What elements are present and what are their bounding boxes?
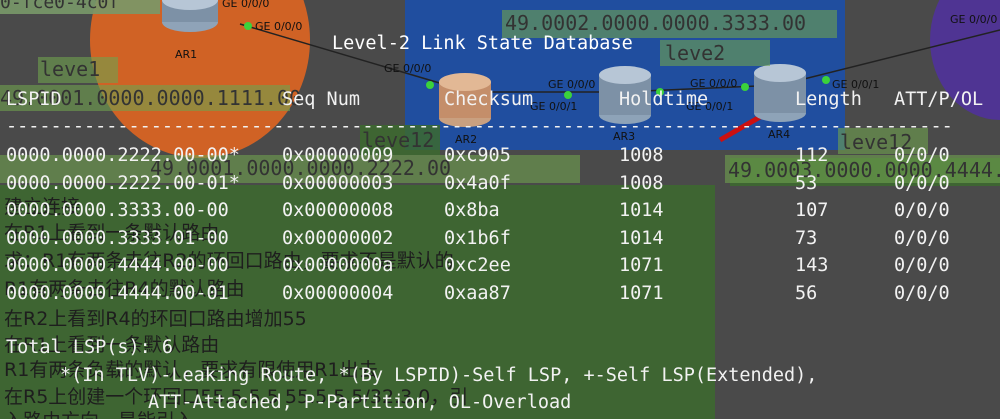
cell-checksum: 0x1b6f: [444, 227, 511, 249]
cell-checksum: 0x8ba: [444, 200, 500, 221]
col-header-attpol: ATT/P/OL: [894, 89, 984, 110]
cell-holdtime: 1071: [619, 255, 664, 276]
cell-length: 53: [795, 172, 818, 194]
cell-seq: 0x00000004: [282, 282, 394, 304]
total-lsp: Total LSP(s): 6: [6, 337, 174, 358]
col-header-seq: Seq Num: [282, 89, 360, 110]
col-header-checksum: Checksum: [444, 89, 534, 110]
col-header-lspid: LSPID: [6, 89, 62, 110]
cell-length: 107: [795, 200, 829, 221]
cell-checksum: 0x4a0f: [444, 172, 511, 194]
cell-attpol: 0/0/0: [894, 145, 950, 166]
cell-length: 143: [795, 255, 829, 276]
cell-length: 112: [795, 145, 829, 166]
cell-checksum: 0xc2ee: [444, 255, 511, 276]
cell-lspid: 0000.0000.3333.01-00: [6, 227, 229, 249]
legend-line-1: *(In TLV)-Leaking Route, *(By LSPID)-Sel…: [60, 365, 818, 386]
cell-seq: 0x00000008: [282, 200, 394, 221]
cell-seq: 0x00000009: [282, 145, 394, 166]
col-header-holdtime: Holdtime: [619, 89, 709, 110]
screen: 0-fce0-4c0f leve1 49.0001.0000.0000.1111…: [0, 0, 1000, 419]
col-header-length: Length: [795, 89, 862, 110]
cell-lspid: 0000.0000.3333.00-00: [6, 200, 229, 221]
cell-lspid: 0000.0000.2222.00-00*: [6, 145, 240, 166]
cell-holdtime: 1008: [619, 172, 664, 194]
cell-seq: 0x00000002: [282, 227, 394, 249]
cell-holdtime: 1014: [619, 200, 664, 221]
cell-checksum: 0xaa87: [444, 282, 511, 304]
table-separator: ----------------------------------------…: [6, 116, 953, 137]
cell-attpol: 0/0/0: [894, 172, 950, 194]
terminal-output: Level-2 Link State Database LSPID Seq Nu…: [0, 0, 1000, 419]
cell-attpol: 0/0/0: [894, 200, 950, 221]
cell-holdtime: 1071: [619, 282, 664, 304]
cell-lspid: 0000.0000.4444.00-01: [6, 282, 229, 304]
cell-checksum: 0xc905: [444, 145, 511, 166]
cell-lspid: 0000.0000.2222.00-01*: [6, 172, 240, 194]
cell-length: 73: [795, 227, 818, 249]
cell-length: 56: [795, 282, 818, 304]
cell-seq: 0x00000003: [282, 172, 394, 194]
cell-lspid: 0000.0000.4444.00-00: [6, 255, 229, 276]
cell-holdtime: 1014: [619, 227, 664, 249]
legend-line-2: ATT-Attached, P-Partition, OL-Overload: [148, 392, 572, 413]
cell-seq: 0x0000000a: [282, 255, 394, 276]
lsdb-title: Level-2 Link State Database: [332, 33, 633, 54]
cell-attpol: 0/0/0: [894, 282, 950, 304]
cell-attpol: 0/0/0: [894, 255, 950, 276]
cell-attpol: 0/0/0: [894, 227, 950, 249]
cell-holdtime: 1008: [619, 145, 664, 166]
